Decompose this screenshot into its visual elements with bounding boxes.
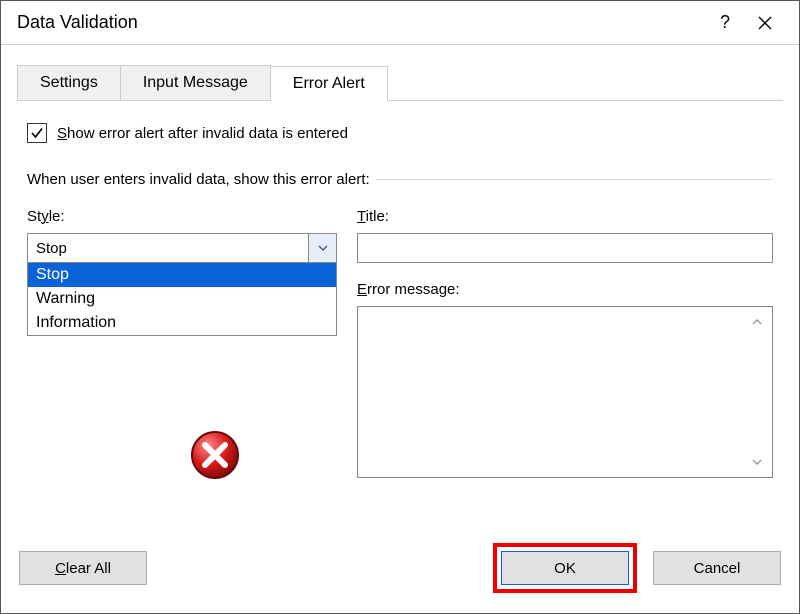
show-alert-checkbox[interactable]	[27, 123, 47, 143]
cancel-button[interactable]: Cancel	[653, 551, 781, 585]
title-input[interactable]	[357, 233, 773, 263]
style-dropdown: Stop Warning Information	[27, 263, 337, 336]
style-select[interactable]: Stop	[27, 233, 337, 263]
dialog-footer: Clear All OK Cancel	[1, 529, 799, 613]
chevron-down-icon	[317, 242, 329, 254]
divider	[376, 179, 773, 180]
scroll-down-button[interactable]	[746, 451, 768, 473]
error-message-label: Error message:	[357, 281, 773, 298]
tab-input-message[interactable]: Input Message	[120, 65, 271, 100]
section-header: When user enters invalid data, show this…	[27, 171, 773, 188]
scroll-up-button[interactable]	[746, 311, 768, 333]
chevron-down-icon	[751, 456, 763, 468]
style-column: Style: Stop Stop Warning Information	[27, 208, 337, 478]
title-label: Title:	[357, 208, 773, 225]
titlebar: Data Validation ?	[1, 1, 799, 45]
error-alert-pane: Show error alert after invalid data is e…	[17, 101, 783, 478]
dialog-content: Settings Input Message Error Alert Show …	[1, 45, 799, 529]
ok-button[interactable]: OK	[501, 551, 629, 585]
style-option-warning[interactable]: Warning	[28, 287, 336, 311]
stop-style-preview-icon	[189, 429, 241, 485]
close-button[interactable]	[745, 1, 785, 45]
show-alert-label: Show error alert after invalid data is e…	[57, 125, 348, 142]
tab-settings[interactable]: Settings	[17, 65, 121, 100]
close-icon	[757, 15, 773, 31]
right-column: Title: Error message:	[357, 208, 773, 478]
dialog-window: Data Validation ? Settings Input Message…	[0, 0, 800, 614]
style-select-value: Stop	[28, 234, 308, 262]
show-alert-row: Show error alert after invalid data is e…	[27, 123, 773, 143]
clear-all-button[interactable]: Clear All	[19, 551, 147, 585]
error-circle-icon	[189, 429, 241, 481]
window-title: Data Validation	[17, 12, 705, 33]
style-select-button[interactable]	[308, 234, 336, 262]
fields-columns: Style: Stop Stop Warning Information T	[27, 208, 773, 478]
style-label: Style:	[27, 208, 337, 225]
chevron-up-icon	[751, 316, 763, 328]
style-option-information[interactable]: Information	[28, 311, 336, 335]
section-text: When user enters invalid data, show this…	[27, 171, 370, 188]
error-message-textarea[interactable]	[357, 306, 773, 478]
tab-strip: Settings Input Message Error Alert	[17, 65, 783, 101]
checkmark-icon	[30, 126, 44, 140]
ok-highlight-annotation: OK	[493, 543, 637, 593]
style-option-stop[interactable]: Stop	[28, 263, 336, 287]
help-button[interactable]: ?	[705, 1, 745, 45]
tab-error-alert[interactable]: Error Alert	[270, 66, 388, 101]
